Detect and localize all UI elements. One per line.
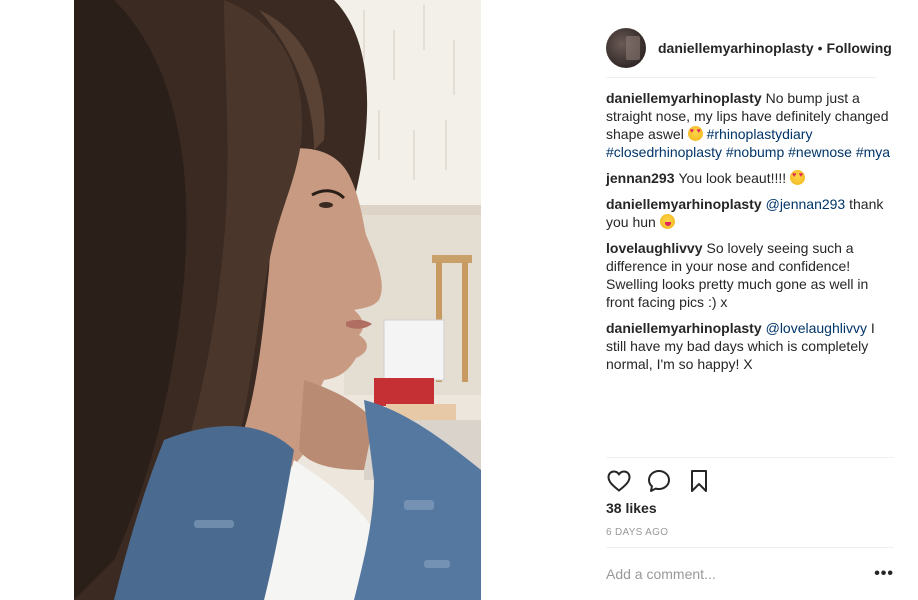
heart-icon[interactable] [606, 468, 632, 494]
speech-bubble-icon[interactable] [646, 468, 672, 494]
bookmark-icon[interactable] [686, 468, 712, 494]
heart-eyes-emoji-icon [687, 126, 703, 141]
comment-text: You look beaut!!!! [678, 170, 787, 186]
hashtag-link[interactable]: #nobump [726, 144, 784, 160]
caption-comment: daniellemyarhinoplasty No bump just a str… [606, 89, 894, 161]
comment-username[interactable]: jennan293 [606, 170, 674, 186]
add-comment-bar: ••• [606, 547, 894, 600]
following-button[interactable]: Following [827, 40, 892, 56]
comment-username[interactable]: daniellemyarhinoplasty [606, 196, 762, 212]
hashtag-link[interactable]: #closedrhinoplasty [606, 144, 722, 160]
post-detail-panel: daniellemyarhinoplasty • Following danie… [481, 0, 918, 600]
post-actions [606, 457, 894, 503]
post-photo[interactable] [74, 0, 481, 600]
comment-item: daniellemyarhinoplasty @jennan293 thank y… [606, 195, 894, 231]
comment-username[interactable]: daniellemyarhinoplasty [606, 320, 762, 336]
yum-emoji-icon [659, 214, 675, 229]
hashtag-link[interactable]: #newnose [788, 144, 852, 160]
more-options-button[interactable]: ••• [874, 565, 894, 583]
header-separator: • [817, 39, 823, 56]
header-username[interactable]: daniellemyarhinoplasty [658, 40, 814, 56]
comments-list: daniellemyarhinoplasty No bump just a str… [606, 89, 894, 381]
comment-item: jennan293 You look beaut!!!! [606, 169, 894, 187]
comment-item: daniellemyarhinoplasty @lovelaughlivvy I … [606, 319, 894, 373]
mention-link[interactable]: @lovelaughlivvy [766, 320, 867, 336]
comment-username[interactable]: lovelaughlivvy [606, 240, 702, 256]
post-header: daniellemyarhinoplasty • Following [606, 18, 892, 78]
profile-photo-illustration [74, 0, 481, 600]
comment-username[interactable]: daniellemyarhinoplasty [606, 90, 762, 106]
comment-item: lovelaughlivvy So lovely seeing such a di… [606, 239, 894, 311]
heart-eyes-emoji-icon [790, 170, 806, 185]
add-comment-input[interactable] [606, 566, 875, 582]
post-timestamp: 6 DAYS AGO [606, 527, 669, 538]
likes-count[interactable]: 38 likes [606, 500, 657, 516]
avatar[interactable] [606, 27, 646, 68]
hashtag-link[interactable]: #mya [856, 144, 890, 160]
hashtag-link[interactable]: #rhinoplastydiary [707, 126, 813, 142]
mention-link[interactable]: @jennan293 [766, 196, 846, 212]
